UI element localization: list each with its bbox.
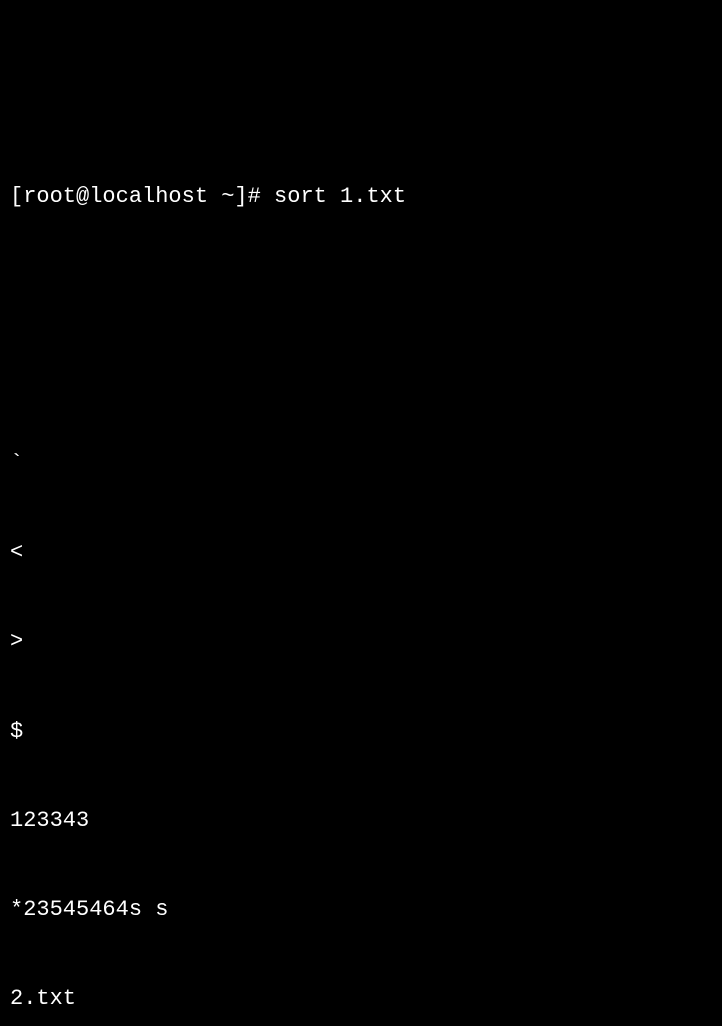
output-line: 2.txt [10,984,712,1014]
output-line: $ [10,717,712,747]
output-line: 123343 [10,806,712,836]
output-line: < [10,538,712,568]
command-text: sort 1.txt [274,184,406,209]
output-line: > [10,627,712,657]
command-line: [root@localhost ~]# sort 1.txt [10,182,712,212]
output-line: *23545464s s [10,895,712,925]
output-line: ` [10,449,712,479]
terminal-window[interactable]: [root@localhost ~]# sort 1.txt ` < > $ 1… [10,123,712,628]
shell-prompt: [root@localhost ~]# [10,184,274,209]
